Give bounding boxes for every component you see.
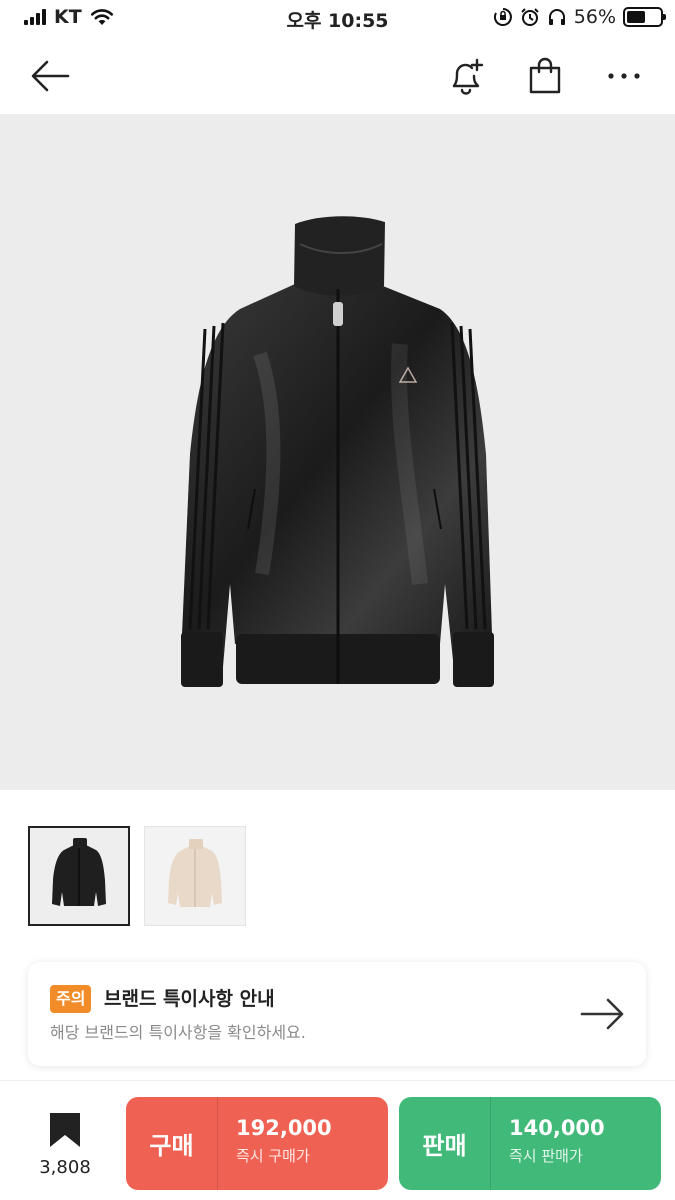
arrow-left-icon <box>31 60 70 92</box>
sell-price-block: 140,000 즉시 판매가 <box>491 1097 605 1190</box>
buy-label: 구매 <box>126 1097 218 1190</box>
sell-button[interactable]: 판매 140,000 즉시 판매가 <box>399 1097 661 1190</box>
notice-badge: 주의 <box>50 985 92 1013</box>
bell-plus-icon <box>452 58 484 95</box>
track-jacket-image <box>181 216 494 687</box>
status-right: 56% <box>493 6 666 28</box>
brand-notice-card[interactable]: 주의 브랜드 특이사항 안내 해당 브랜드의 특이사항을 확인하세요. <box>28 962 646 1066</box>
thumbnail-black[interactable] <box>28 826 130 926</box>
arrow-right-icon <box>580 998 624 1030</box>
battery-percent: 56% <box>573 6 616 28</box>
thumbnail-strip <box>28 826 246 926</box>
sell-price: 140,000 <box>509 1116 605 1140</box>
battery-fill <box>627 11 645 23</box>
product-image[interactable] <box>0 114 675 790</box>
notice-title: 브랜드 특이사항 안내 <box>104 988 275 1010</box>
buy-price-block: 192,000 즉시 구매가 <box>218 1097 332 1190</box>
notice-description: 해당 브랜드의 특이사항을 확인하세요. <box>50 1023 306 1042</box>
thumbnail-beige[interactable] <box>144 826 246 926</box>
alarm-icon <box>521 8 539 26</box>
bookmark-icon <box>50 1113 80 1147</box>
more-button[interactable] <box>602 54 646 98</box>
status-bar: KT 오후 10:55 56% <box>0 0 675 38</box>
sell-subtitle: 즉시 판매가 <box>509 1147 583 1165</box>
bookmark-button[interactable]: 3,808 <box>28 1111 102 1179</box>
buy-button[interactable]: 구매 192,000 즉시 구매가 <box>126 1097 388 1190</box>
black-jacket-thumbnail <box>30 828 128 924</box>
rotation-lock-icon <box>493 8 512 26</box>
headphones-icon <box>548 9 565 25</box>
battery-icon <box>623 7 666 27</box>
nav-bar <box>0 38 675 114</box>
sell-label: 판매 <box>399 1097 491 1190</box>
bookmark-count: 3,808 <box>39 1157 91 1178</box>
buy-price: 192,000 <box>236 1116 332 1140</box>
buy-subtitle: 즉시 구매가 <box>236 1147 310 1165</box>
bottom-action-bar: 3,808 구매 192,000 즉시 구매가 판매 140,000 즉시 판매… <box>0 1080 675 1200</box>
shopping-bag-icon <box>529 57 561 94</box>
price-alert-button[interactable] <box>444 54 488 98</box>
beige-jacket-thumbnail <box>145 827 245 925</box>
shopping-bag-button[interactable] <box>523 54 567 98</box>
more-horizontal-icon <box>608 73 640 79</box>
back-button[interactable] <box>28 54 72 98</box>
